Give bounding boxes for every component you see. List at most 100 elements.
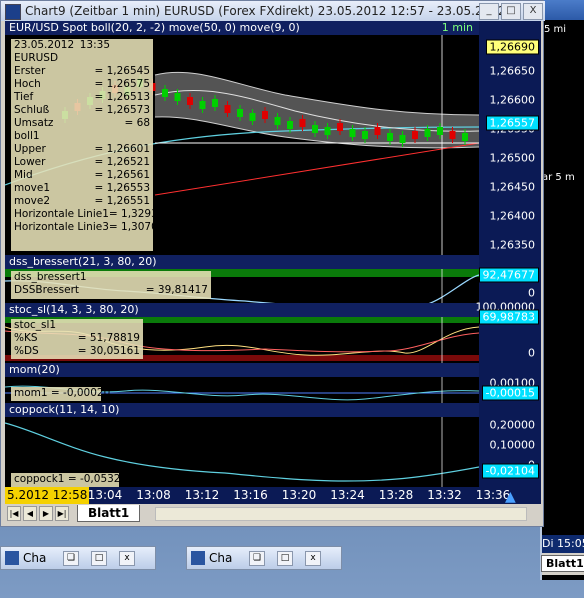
window-titlebar[interactable]: Chart9 (Zeitbar 1 min) EURUSD (Forex FXd…	[1, 1, 545, 21]
stoc-info-key: %KS	[14, 332, 38, 344]
first-sheet-button[interactable]: |◀	[7, 506, 21, 521]
chart-app-icon	[5, 4, 21, 20]
stoc-info-value: = 51,78819	[77, 332, 140, 344]
price-tick: 1,26650	[489, 64, 536, 78]
time-tick: 13:12	[184, 488, 220, 502]
scroll-marker-icon[interactable]: ▲	[505, 489, 516, 504]
candle-body	[349, 129, 356, 137]
candle-body	[312, 125, 318, 133]
coppock-tick: 0,10000	[489, 438, 536, 452]
candle-body	[412, 131, 418, 139]
chart-window[interactable]: Chart9 (Zeitbar 1 min) EURUSD (Forex FXd…	[0, 0, 545, 527]
chart-area[interactable]: EUR/USD Spot boll(20, 2, -2) move(50, 0)…	[5, 21, 541, 504]
coppock-tick: 0,20000	[489, 418, 536, 432]
restore-button[interactable]: ❏	[249, 551, 265, 566]
price-pane[interactable]: EUR/USD Spot boll(20, 2, -2) move(50, 0)…	[5, 21, 541, 255]
stoc-axis[interactable]: 100,00000 69,98783 0	[476, 301, 541, 363]
maximize-button[interactable]: □	[91, 551, 107, 566]
stoc-info-box: stoc_sl1 %KS = 51,78819 %DS = 30,05161	[11, 319, 143, 359]
info-row: Schluß = 1,26573	[11, 104, 153, 117]
candle-body	[299, 119, 306, 127]
info-value: = 68	[124, 117, 151, 129]
background-chart-window[interactable]: 5 mi ar 5 m Di 15:05 15:30 16:0 Blatt1	[540, 0, 584, 580]
info-row: Umsatz = 68	[11, 117, 153, 130]
info-key: Hoch	[14, 78, 41, 90]
info-time: 13:35	[79, 39, 110, 51]
stoc-pane[interactable]: stoc_sl(14, 3, 3, 80, 20) stoc_sl1 %KS = …	[5, 301, 541, 363]
coppock-info-value: coppock1 = -0,05321	[14, 473, 128, 485]
dss-pane-header: dss_bressert(21, 3, 80, 20)	[5, 255, 479, 269]
restore-button[interactable]: ❏	[63, 551, 79, 566]
coppock-pane[interactable]: coppock(11, 14, 10) coppock1 = -0,05321 …	[5, 403, 541, 487]
minimized-window-1[interactable]: Cha ❏ □ x	[0, 546, 156, 570]
price-tick: 1,26400	[489, 209, 536, 223]
stoc-info-row: %KS = 51,78819	[11, 332, 143, 345]
time-tick: 13:24	[330, 488, 365, 502]
next-sheet-button[interactable]: ▶	[39, 506, 53, 521]
info-value: = 1,26521	[94, 156, 150, 168]
prev-sheet-button[interactable]: ◀	[23, 506, 37, 521]
chart-app-icon	[5, 551, 19, 565]
candle-body	[237, 109, 243, 117]
window-title: Chart9 (Zeitbar 1 min) EURUSD (Forex FXd…	[25, 4, 506, 18]
sheet-tab-bar: |◀ ◀ ▶ ▶| Blatt1	[5, 505, 541, 523]
candle-body	[374, 127, 381, 135]
info-value: = 1,26575	[94, 78, 150, 90]
info-row: Upper = 1,26601	[11, 143, 153, 156]
candle-body	[437, 127, 443, 135]
minimize-button[interactable]: _	[479, 3, 499, 20]
info-key: Tief	[14, 91, 34, 103]
maximize-button[interactable]: □	[501, 3, 521, 20]
info-row: Horizontale Linie3 = 1,30704	[11, 221, 164, 234]
background-window-titlebar[interactable]	[542, 0, 584, 20]
candle-body	[262, 111, 268, 119]
candle-body	[224, 105, 231, 113]
candle-body	[249, 113, 256, 121]
price-tick: 1,26600	[489, 93, 536, 107]
info-key: move2	[14, 195, 51, 207]
minimized-window-2[interactable]: Cha ❏ □ x	[186, 546, 342, 570]
maximize-button[interactable]: □	[277, 551, 293, 566]
minimized-window-label: Cha	[209, 551, 233, 565]
price-pane-header: EUR/USD Spot boll(20, 2, -2) move(50, 0)…	[5, 21, 479, 35]
sheet-tab-blatt1[interactable]: Blatt1	[77, 505, 141, 522]
candle-body	[387, 133, 393, 141]
price-tick: 1,26350	[489, 238, 536, 252]
time-tick: 13:16	[233, 488, 268, 502]
time-axis[interactable]: 5.2012 12:58 13:04 13:08 13:12 13:16 13:20 13…	[5, 487, 541, 504]
time-tick: 13:28	[378, 488, 414, 502]
info-row: Erster = 1,26545	[11, 65, 153, 78]
info-row: Lower = 1,26521	[11, 156, 153, 169]
mom-value-tag: -0,00015	[481, 385, 539, 401]
time-tick: 13:04	[87, 488, 123, 502]
time-tick: 13:20	[281, 488, 317, 502]
info-value: = 1,26551	[94, 195, 150, 207]
time-tick: 13:32	[427, 488, 462, 502]
horizontal-scrollbar[interactable]	[155, 507, 527, 521]
close-button[interactable]: X	[523, 3, 543, 20]
info-value: = 1,30704	[108, 221, 165, 233]
last-sheet-button[interactable]: ▶|	[55, 506, 69, 521]
candle-body	[449, 131, 456, 139]
price-axis[interactable]: 1,26690 1,266501,266001,265501,265001,26…	[479, 21, 541, 255]
info-key: Schluß	[14, 104, 50, 116]
info-value: = 1,26513	[94, 91, 150, 103]
trend-line-red	[154, 142, 479, 196]
info-value: = 1,26601	[94, 143, 150, 155]
price-tick: 1,26450	[489, 180, 536, 194]
stoc-info-row: %DS = 30,05161	[11, 345, 143, 358]
info-date: 23.05.2012	[14, 39, 75, 51]
info-row: boll1	[11, 130, 153, 143]
candle-body	[287, 121, 293, 129]
candle-body	[399, 135, 406, 143]
close-button[interactable]: x	[305, 551, 321, 566]
chart-app-icon	[191, 551, 205, 565]
candle-body	[424, 129, 431, 137]
current-price-tag: 1,26690	[485, 39, 539, 55]
close-button[interactable]: x	[119, 551, 135, 566]
dss-value-tag: 92,47677	[478, 267, 539, 283]
coppock-axis[interactable]: 0,200000,100000 -0,02104	[479, 403, 541, 487]
info-key: Horizontale Linie1	[14, 208, 109, 220]
background-window-sheet-tab[interactable]: Blatt1	[541, 555, 584, 572]
info-value: = 1,26553	[94, 182, 150, 194]
